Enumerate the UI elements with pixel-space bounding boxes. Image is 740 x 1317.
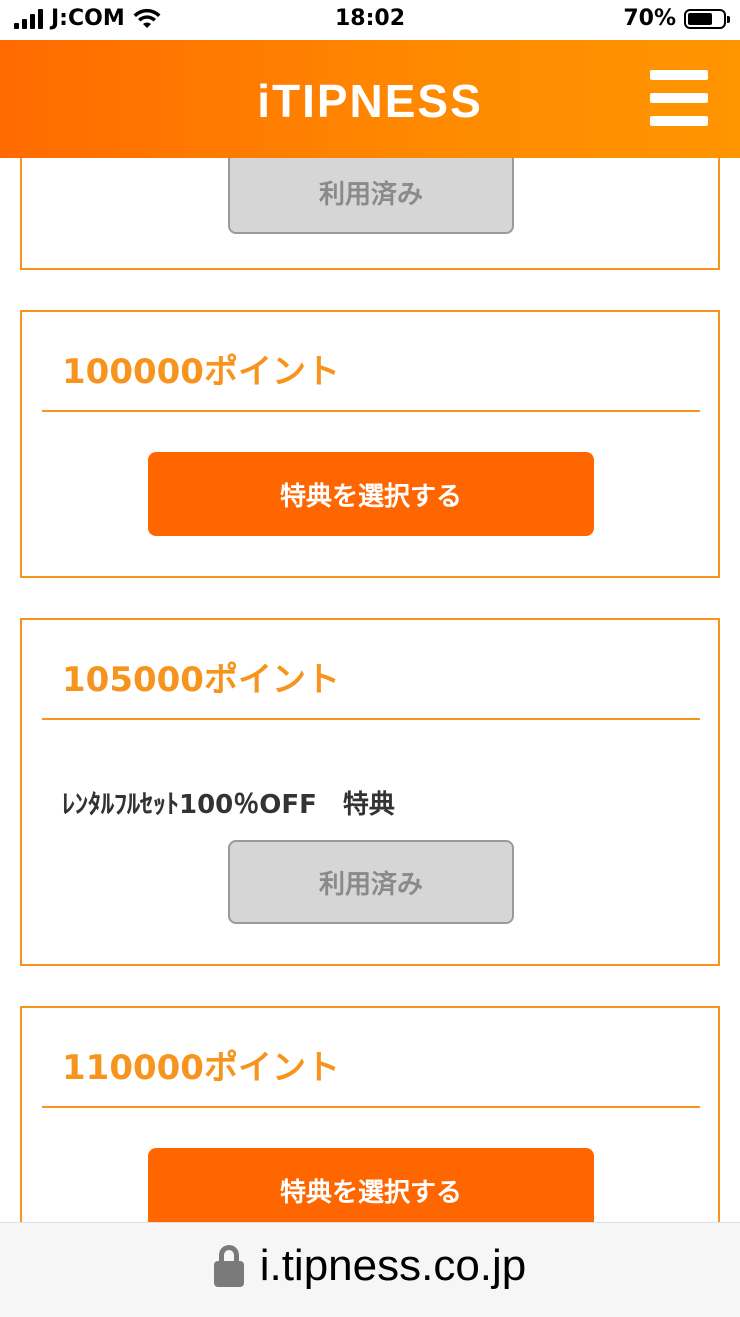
- divider: [42, 1106, 700, 1108]
- reward-card-100000: 100000ポイント 特典を選択する: [20, 310, 720, 578]
- reward-card-used: 利用済み: [20, 158, 720, 270]
- points-title: 100000ポイント: [62, 352, 340, 392]
- divider: [42, 718, 700, 720]
- url-text[interactable]: i.tipness.co.jp: [260, 1241, 527, 1291]
- battery-percent: 70%: [623, 6, 676, 31]
- points-title: 105000ポイント: [62, 660, 340, 700]
- status-right: 70%: [623, 6, 730, 31]
- reward-card-105000: 105000ポイント ﾚﾝﾀﾙﾌﾙｾｯﾄ100％OFF 特典 利用済み: [20, 618, 720, 966]
- itipness-logo[interactable]: iTIPNESS: [0, 74, 740, 128]
- select-benefit-button[interactable]: 特典を選択する: [148, 1148, 594, 1222]
- app-header: iTIPNESS: [0, 40, 740, 158]
- battery-icon: [684, 8, 730, 29]
- points-title: 110000ポイント: [62, 1048, 340, 1088]
- select-benefit-button[interactable]: 特典を選択する: [148, 452, 594, 536]
- lock-icon: [213, 1245, 244, 1287]
- divider: [42, 410, 700, 412]
- battery-fill: [688, 12, 712, 25]
- browser-address-bar[interactable]: i.tipness.co.jp: [0, 1222, 740, 1317]
- status-bar: J:COM 18:02 70%: [0, 0, 740, 40]
- reward-card-110000: 110000ポイント 特典を選択する: [20, 1006, 720, 1222]
- hamburger-menu-icon[interactable]: [650, 70, 708, 126]
- used-button: 利用済み: [228, 840, 514, 924]
- benefit-description: ﾚﾝﾀﾙﾌﾙｾｯﾄ100％OFF 特典: [62, 790, 395, 820]
- used-button: 利用済み: [228, 158, 514, 234]
- rewards-list: 利用済み 100000ポイント 特典を選択する 105000ポイント ﾚﾝﾀﾙﾌ…: [0, 158, 740, 1222]
